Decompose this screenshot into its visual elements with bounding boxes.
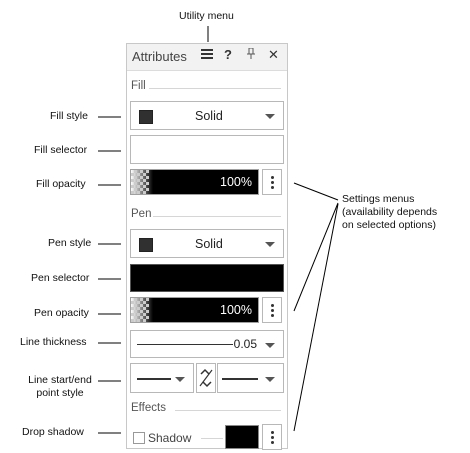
kebab-icon: [271, 304, 274, 307]
kebab-icon: [271, 431, 274, 434]
pen-opacity-value: 100%: [220, 303, 252, 317]
chevron-down-icon: [175, 377, 185, 382]
fill-selector[interactable]: [130, 135, 284, 164]
hamburger-icon[interactable]: [201, 48, 213, 63]
line-thickness-dropdown[interactable]: 0.05: [130, 330, 284, 358]
callout-pen-opacity: Pen opacity: [34, 307, 89, 319]
callout-line-start-end: Line start/end point style: [22, 374, 98, 400]
fill-style-swatch: [139, 110, 153, 124]
pen-style-dropdown[interactable]: Solid: [130, 229, 284, 258]
pen-settings-menu-button[interactable]: [262, 297, 282, 323]
chevron-down-icon: [265, 114, 275, 119]
shadow-label: Shadow: [148, 431, 192, 445]
panel-titlebar: Attributes ? ✕: [127, 44, 287, 71]
fill-settings-menu-button[interactable]: [262, 169, 282, 195]
callout-settings-menus-line1: Settings menus: [342, 193, 415, 205]
unlink-icon: [199, 368, 213, 388]
callout-settings-menus-line2: (availability depends: [342, 206, 438, 218]
pin-icon[interactable]: [246, 47, 256, 63]
callout-drop-shadow: Drop shadow: [22, 426, 84, 438]
callout-line-thickness: Line thickness: [20, 336, 87, 348]
line-start-sample: [137, 378, 171, 380]
link-ends-button[interactable]: [196, 363, 216, 393]
pen-style-swatch: [139, 238, 153, 252]
pen-section-divider: [153, 216, 281, 217]
line-thickness-value: 0.05: [233, 337, 257, 351]
shadow-divider: [201, 438, 223, 439]
callout-pen-selector: Pen selector: [31, 272, 90, 284]
effects-section-label: Effects: [131, 402, 166, 414]
transparency-checker: [131, 170, 149, 194]
effects-section-divider: [175, 410, 281, 411]
line-start-dropdown[interactable]: [130, 363, 194, 393]
chevron-down-icon: [265, 377, 275, 382]
callout-pen-style: Pen style: [48, 237, 92, 249]
fill-style-dropdown[interactable]: Solid: [130, 101, 284, 130]
transparency-checker: [131, 298, 149, 322]
callout-fill-style: Fill style: [50, 110, 88, 122]
callout-settings-menus: Settings menus (availability depends on …: [342, 193, 437, 232]
fill-opacity-value: 100%: [220, 175, 252, 189]
fill-opacity-slider[interactable]: 100%: [130, 169, 259, 195]
line-end-sample: [222, 378, 258, 380]
kebab-icon: [271, 176, 274, 179]
line-thickness-sample: [137, 344, 233, 345]
fill-section-divider: [149, 88, 281, 89]
panel-title: Attributes: [132, 49, 187, 64]
pen-style-value: Solid: [195, 237, 223, 251]
line-end-dropdown[interactable]: [217, 363, 284, 393]
chevron-down-icon: [265, 242, 275, 247]
close-button[interactable]: ✕: [268, 47, 279, 63]
shadow-settings-menu-button[interactable]: [262, 424, 282, 450]
callout-fill-selector: Fill selector: [34, 144, 88, 156]
pen-selector[interactable]: [130, 264, 284, 292]
attributes-panel: Attributes ? ✕ Fill Solid 100% Pen Solid: [126, 43, 288, 450]
fill-style-value: Solid: [195, 109, 223, 123]
chevron-down-icon: [265, 343, 275, 348]
shadow-color-swatch[interactable]: [225, 425, 259, 449]
pen-section-label: Pen: [131, 208, 152, 220]
pen-opacity-slider[interactable]: 100%: [130, 297, 259, 323]
callout-fill-opacity: Fill opacity: [36, 178, 86, 190]
shadow-checkbox[interactable]: [133, 432, 145, 444]
callout-line-start-end-line2: point style: [36, 387, 84, 399]
help-button[interactable]: ?: [224, 47, 232, 62]
callout-line-start-end-line1: Line start/end: [28, 374, 92, 386]
fill-section-label: Fill: [131, 80, 146, 92]
callout-settings-menus-line3: on selected options): [342, 219, 436, 231]
callout-utility-menu: Utility menu: [179, 10, 234, 22]
